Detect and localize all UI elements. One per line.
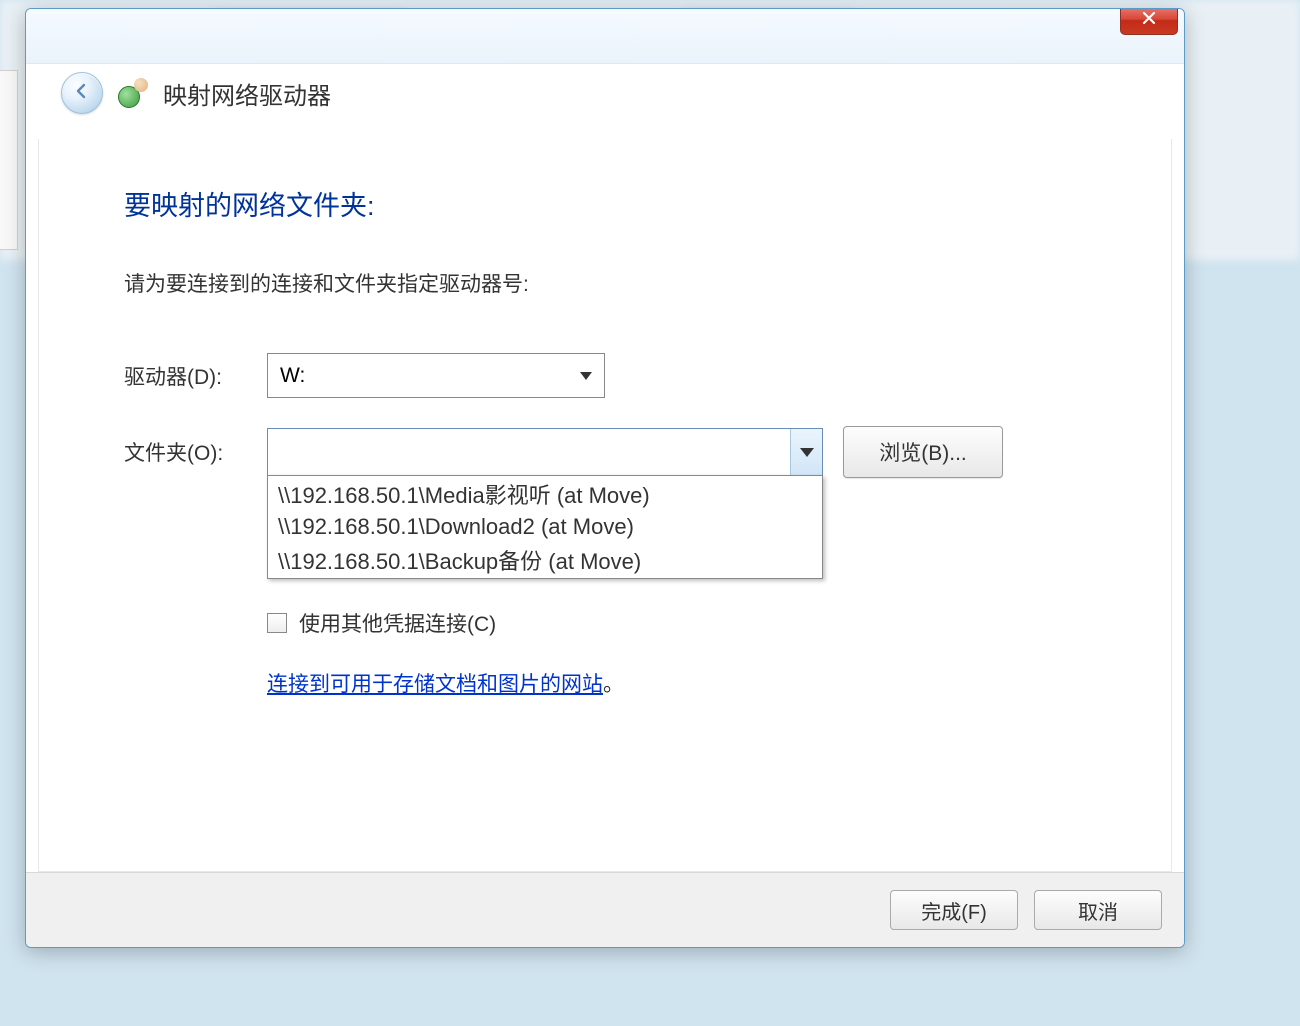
- drive-row: 驱动器(D): W:: [124, 353, 1086, 398]
- credentials-checkbox-label: 使用其他凭据连接(C): [299, 608, 496, 638]
- wizard-header: 映射网络驱动器: [61, 72, 331, 114]
- close-button[interactable]: [1120, 8, 1178, 35]
- folder-dropdown-list: \\192.168.50.1\Media影视听 (at Move) \\192.…: [267, 475, 823, 579]
- content-heading: 要映射的网络文件夹:: [124, 184, 1086, 223]
- network-drive-icon: [118, 78, 148, 108]
- back-button[interactable]: [61, 72, 103, 114]
- connect-website-link[interactable]: 连接到可用于存储文档和图片的网站: [267, 673, 603, 696]
- dropdown-item[interactable]: \\192.168.50.1\Download2 (at Move): [268, 512, 822, 542]
- dialog-content: 要映射的网络文件夹: 请为要连接到的连接和文件夹指定驱动器号: 驱动器(D): …: [38, 139, 1172, 872]
- connect-website-row: 连接到可用于存储文档和图片的网站。: [267, 668, 1086, 698]
- folder-input[interactable]: [268, 429, 790, 475]
- credentials-checkbox[interactable]: [267, 613, 287, 633]
- content-instruction: 请为要连接到的连接和文件夹指定驱动器号:: [124, 268, 1086, 298]
- chevron-down-icon: [800, 448, 814, 457]
- titlebar: [26, 9, 1184, 64]
- finish-button[interactable]: 完成(F): [890, 890, 1018, 930]
- browse-button[interactable]: 浏览(B)...: [843, 426, 1003, 478]
- drive-select[interactable]: W:: [267, 353, 605, 398]
- dropdown-item[interactable]: \\192.168.50.1\Media影视听 (at Move): [268, 476, 822, 512]
- drive-value: W:: [280, 364, 305, 388]
- dialog-title: 映射网络驱动器: [163, 76, 331, 111]
- drive-label: 驱动器(D):: [124, 361, 267, 391]
- link-period: 。: [603, 673, 624, 696]
- folder-row: 文件夹(O): \\192.168.50.1\Media影视听 (at Move…: [124, 426, 1086, 478]
- chevron-down-icon: [580, 372, 592, 380]
- folder-combobox[interactable]: [267, 428, 823, 476]
- credentials-checkbox-row: 使用其他凭据连接(C): [267, 608, 1086, 638]
- dropdown-item[interactable]: \\192.168.50.1\Backup备份 (at Move): [268, 542, 822, 578]
- map-network-drive-dialog: 映射网络驱动器 要映射的网络文件夹: 请为要连接到的连接和文件夹指定驱动器号: …: [25, 8, 1185, 948]
- close-icon: [1142, 11, 1156, 30]
- folder-label: 文件夹(O):: [124, 437, 267, 467]
- folder-dropdown-button[interactable]: [790, 429, 822, 475]
- cancel-button[interactable]: 取消: [1034, 890, 1162, 930]
- dialog-footer: 完成(F) 取消: [26, 872, 1184, 947]
- arrow-left-icon: [72, 81, 92, 106]
- background-edge: [0, 70, 18, 250]
